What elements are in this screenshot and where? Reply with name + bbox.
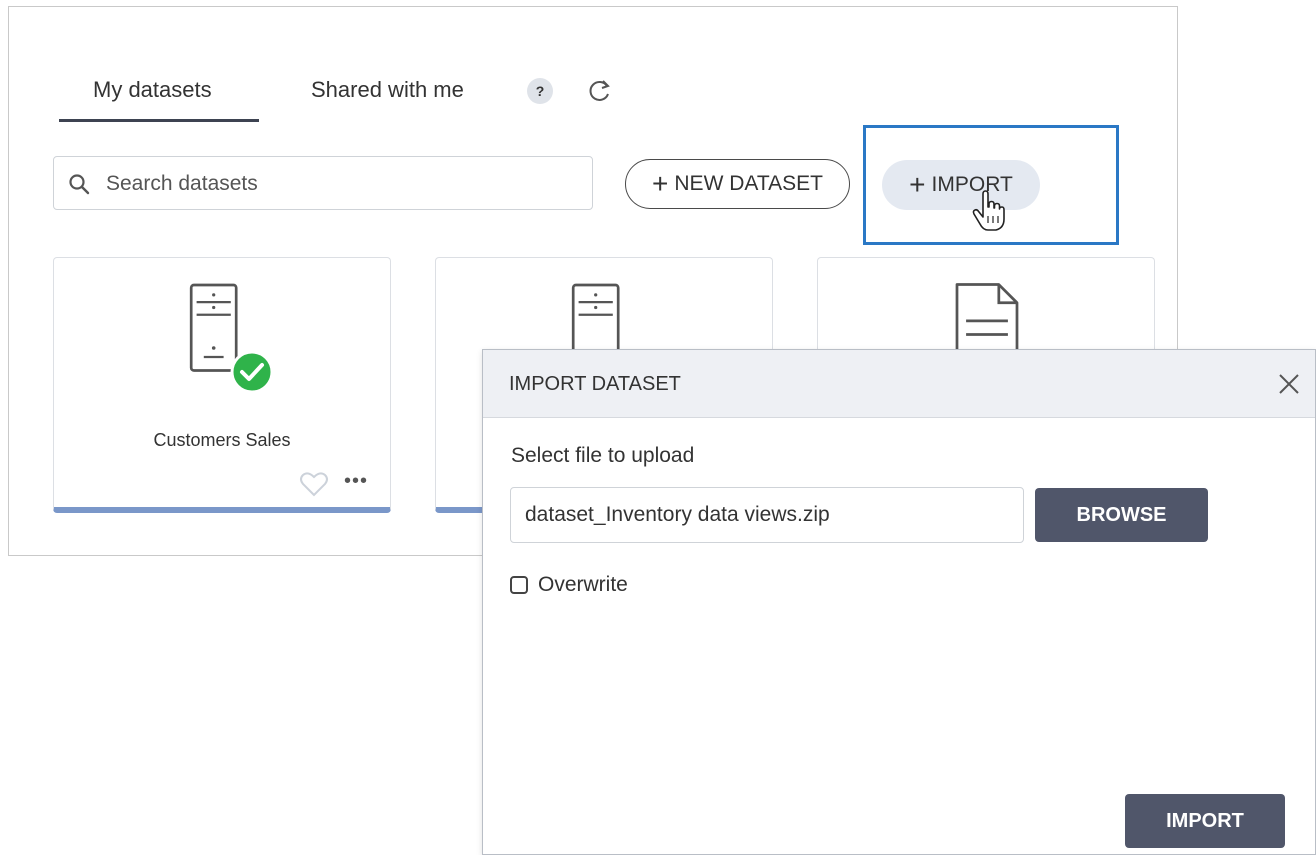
browse-button[interactable]: BROWSE (1035, 488, 1208, 542)
plus-icon: + (652, 168, 669, 199)
dataset-card[interactable]: Customers Sales ••• (53, 257, 391, 513)
import-submit-button[interactable]: IMPORT (1125, 794, 1285, 848)
tab-shared-with-me[interactable]: Shared with me (311, 77, 464, 103)
hand-cursor-icon (972, 190, 1005, 231)
help-icon[interactable]: ? (527, 78, 553, 104)
search-box[interactable] (53, 156, 593, 211)
check-icon (230, 350, 274, 394)
dialog-title: IMPORT DATASET (509, 373, 681, 395)
overwrite-checkbox[interactable] (510, 576, 528, 594)
search-input[interactable] (104, 157, 578, 211)
active-tab-indicator (59, 119, 259, 122)
tab-my-datasets[interactable]: My datasets (93, 77, 212, 103)
close-icon[interactable] (1277, 372, 1301, 396)
select-file-label: Select file to upload (511, 444, 695, 467)
card-title: Customers Sales (153, 430, 291, 450)
overwrite-option[interactable]: Overwrite (510, 573, 628, 597)
heart-icon[interactable] (299, 470, 329, 498)
overwrite-label: Overwrite (538, 573, 628, 596)
refresh-icon[interactable] (585, 75, 615, 105)
more-options-icon[interactable]: ••• (344, 471, 368, 491)
plus-icon: + (909, 169, 926, 200)
import-button[interactable]: + IMPORT (882, 160, 1040, 210)
import-dataset-dialog: IMPORT DATASET Select file to upload BRO… (482, 349, 1316, 855)
new-dataset-label: NEW DATASET (674, 172, 823, 195)
file-path-field[interactable] (510, 487, 1024, 543)
new-dataset-button[interactable]: + NEW DATASET (625, 159, 850, 209)
dialog-header: IMPORT DATASET (483, 350, 1315, 418)
search-icon (69, 174, 90, 195)
